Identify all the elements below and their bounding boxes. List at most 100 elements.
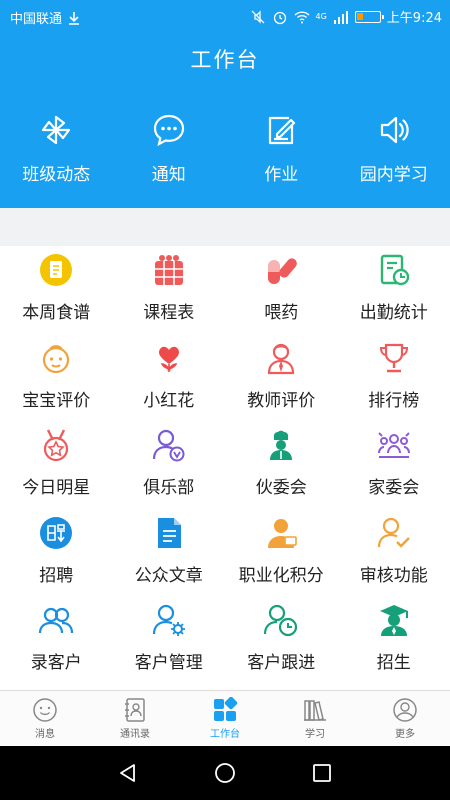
feature-label: 客户跟进: [247, 653, 316, 673]
alarm-icon: [273, 11, 286, 24]
feature-label: 本周食谱: [22, 303, 91, 323]
feature-label: 职业化积分: [238, 565, 324, 586]
speaker-icon: [380, 116, 409, 144]
feature-label: 教师评价: [247, 390, 316, 411]
customer-followup-icon: [264, 604, 298, 637]
feature-label: 家委会: [368, 478, 420, 498]
feature-teacher-evaluation[interactable]: 教师评价: [225, 340, 338, 428]
feature-review[interactable]: 审核功能: [338, 515, 450, 603]
feature-ranking[interactable]: 排行榜: [338, 340, 450, 428]
feature-label: 客户管理: [134, 653, 203, 673]
nav-label: 工作台: [210, 729, 240, 740]
message-face-icon: [33, 698, 57, 722]
quick-class-news[interactable]: 班级动态: [0, 112, 113, 185]
quick-label: 班级动态: [22, 165, 91, 185]
feature-career-points[interactable]: 职业化积分: [225, 515, 338, 603]
career-points-icon: [268, 518, 298, 548]
feature-label: 课程表: [143, 303, 195, 323]
network-type: 4G: [315, 12, 327, 21]
status-right: 4G 上午9:24: [250, 7, 442, 26]
nav-study[interactable]: 学习: [270, 691, 360, 746]
feature-food-committee[interactable]: 伙委会: [225, 427, 338, 515]
feature-grid: 本周食谱 课程表 喂药 出勤统计 宝宝评价 小红花 教师评价 排行榜 今日明星 …: [0, 252, 450, 690]
download-icon: [69, 11, 80, 25]
feature-label: 招生: [376, 653, 411, 673]
quick-label: 通知: [151, 165, 186, 185]
header: 中国联通 4G 上午9:24 工作台 班级动态 通知 作业 园内学习: [0, 0, 450, 208]
app-screen: 中国联通 4G 上午9:24 工作台 班级动态 通知 作业 园内学习 本周食谱 …: [0, 0, 450, 800]
add-customer-icon: [39, 607, 74, 634]
quick-label: 作业: [264, 165, 299, 185]
attendance-chart-icon: [380, 254, 409, 286]
nav-more[interactable]: 更多: [360, 691, 450, 746]
feature-label: 排行榜: [368, 390, 420, 411]
feature-label: 审核功能: [359, 565, 428, 586]
page-title: 工作台: [190, 48, 260, 72]
feature-attendance[interactable]: 出勤统计: [338, 252, 450, 340]
workbench-icon: [214, 697, 238, 721]
chef-icon: [270, 430, 293, 460]
feature-timetable[interactable]: 课程表: [113, 252, 226, 340]
medicine-capsule-icon: [268, 258, 298, 284]
books-icon: [304, 700, 326, 721]
feature-label: 伙委会: [255, 478, 307, 498]
feature-red-flower[interactable]: 小红花: [113, 340, 226, 428]
feature-today-star[interactable]: 今日明星: [0, 427, 113, 515]
bottom-nav: 消息 通讯录 工作台 学习 更多: [0, 690, 450, 746]
schedule-icon: [154, 255, 183, 285]
food-menu-icon: [40, 254, 73, 286]
nav-workbench[interactable]: 工作台: [180, 691, 270, 746]
pinwheel-icon: [42, 115, 71, 145]
quick-label: 园内学习: [359, 165, 428, 185]
feature-club[interactable]: 俱乐部: [113, 427, 226, 515]
battery-icon: [354, 10, 384, 23]
person-more-icon: [393, 698, 417, 722]
carrier-label: 中国联通: [10, 12, 63, 27]
nav-messages[interactable]: 消息: [0, 691, 90, 746]
recruit-icon: [40, 516, 73, 549]
feature-label: 出勤统计: [359, 303, 428, 323]
feature-label: 公众文章: [134, 565, 203, 586]
feature-add-customer[interactable]: 录客户: [0, 602, 113, 690]
customer-manage-icon: [152, 604, 185, 636]
quick-actions: 班级动态 通知 作业 园内学习: [0, 112, 450, 185]
signal-icon: [333, 10, 348, 24]
status-bar: 中国联通 4G 上午9:24: [0, 0, 450, 32]
nav-contacts[interactable]: 通讯录: [90, 691, 180, 746]
nav-label: 更多: [395, 729, 415, 740]
feature-label: 喂药: [264, 303, 299, 323]
back-icon[interactable]: [116, 761, 140, 785]
nav-label: 消息: [35, 729, 55, 740]
feature-baby-evaluation[interactable]: 宝宝评价: [0, 340, 113, 428]
quick-homework[interactable]: 作业: [225, 112, 338, 185]
review-user-icon: [377, 517, 410, 548]
feature-enrollment[interactable]: 招生: [338, 602, 450, 690]
feature-medicine[interactable]: 喂药: [225, 252, 338, 340]
family-group-icon: [377, 432, 410, 458]
clock: 上午9:24: [386, 11, 442, 26]
feature-label: 录客户: [30, 653, 82, 673]
nav-label: 通讯录: [120, 729, 150, 740]
feature-customer-management[interactable]: 客户管理: [113, 602, 226, 690]
feature-recruit[interactable]: 招聘: [0, 515, 113, 603]
chat-bubble-icon: [153, 114, 184, 147]
system-nav-bar: [0, 746, 450, 800]
mute-icon: [251, 9, 264, 24]
section-divider: [0, 208, 450, 246]
red-flower-icon: [158, 346, 179, 372]
club-user-icon: [152, 429, 185, 462]
feature-weekly-menu[interactable]: 本周食谱: [0, 252, 113, 340]
wifi-icon: [294, 10, 309, 23]
recents-icon[interactable]: [310, 761, 334, 785]
status-left: 中国联通: [10, 8, 82, 27]
graduate-icon: [379, 605, 408, 636]
home-icon[interactable]: [213, 761, 237, 785]
quick-notice[interactable]: 通知: [113, 112, 226, 185]
trophy-icon: [379, 343, 408, 372]
feature-customer-followup[interactable]: 客户跟进: [225, 602, 338, 690]
homework-pen-icon: [269, 116, 296, 145]
contacts-book-icon: [125, 698, 145, 722]
quick-campus-study[interactable]: 园内学习: [338, 112, 450, 185]
feature-parent-committee[interactable]: 家委会: [338, 427, 450, 515]
feature-public-articles[interactable]: 公众文章: [113, 515, 226, 603]
